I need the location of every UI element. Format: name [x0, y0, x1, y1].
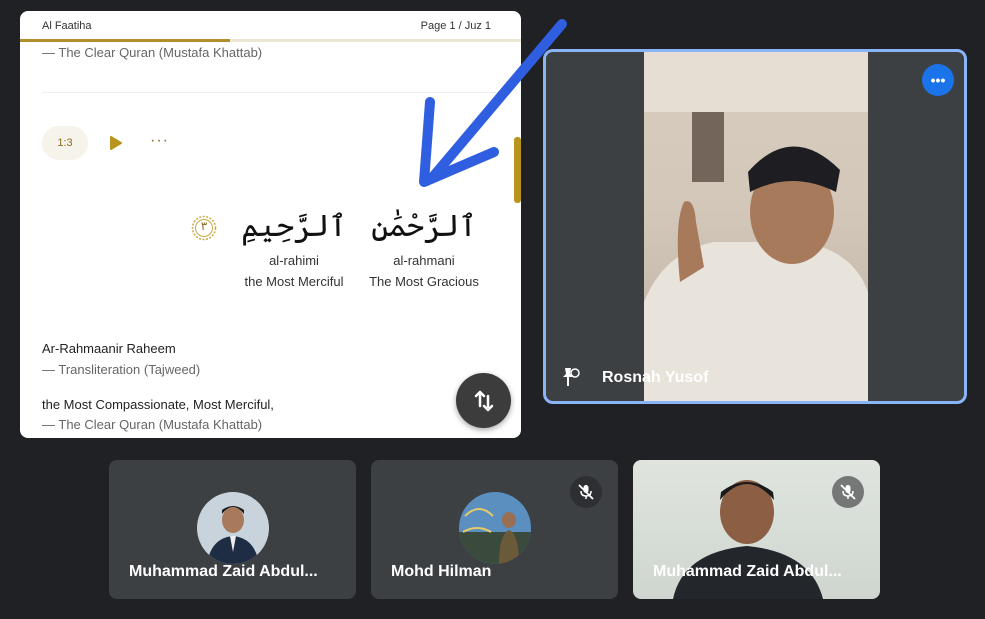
participant-name: Muhammad Zaid Abdul...: [653, 563, 842, 580]
speaker-name: Rosnah Yusof: [602, 369, 709, 386]
play-icon[interactable]: [108, 135, 124, 151]
person-avatar-icon: [197, 492, 269, 564]
avatar: [459, 492, 531, 564]
speaker-video: [644, 52, 868, 401]
avatar: [197, 492, 269, 564]
transliteration-text: Ar-Rahmaanir Raheem: [42, 341, 176, 356]
participant-tile[interactable]: Muhammad Zaid Abdul...: [109, 460, 356, 599]
participant-tile[interactable]: Mohd Hilman: [371, 460, 618, 599]
translation-source: — The Clear Quran (Mustafa Khattab): [42, 417, 263, 432]
person-avatar-icon: [459, 492, 531, 564]
swap-vertical-icon: [474, 390, 493, 411]
word-al-rahmani[interactable]: ٱلرَّحْمَٰنِ al-rahmani The Most Graciou…: [364, 209, 484, 289]
surah-title: Al Faatiha: [42, 20, 92, 32]
person-silhouette-icon: [644, 52, 868, 401]
mic-off-icon: [840, 484, 856, 500]
verse-number: ٣: [200, 219, 208, 233]
word-al-rahimi[interactable]: ٱلرَّحِيمِ al-rahimi the Most Merciful: [234, 209, 354, 289]
translation-text: the Most Compassionate, Most Merciful,: [42, 397, 274, 412]
word-translation: The Most Gracious: [369, 274, 479, 289]
word-transliteration: al-rahimi: [269, 253, 319, 268]
mic-muted-indicator: [832, 476, 864, 508]
scroll-toggle-button[interactable]: [456, 373, 511, 428]
verse-key-badge[interactable]: 1:3: [42, 126, 88, 160]
word-transliteration: al-rahmani: [393, 253, 455, 268]
mic-muted-indicator: [570, 476, 602, 508]
prev-translation-source: — The Clear Quran (Mustafa Khattab): [42, 45, 263, 60]
more-options-icon: •••: [930, 72, 946, 88]
pin-icon[interactable]: [556, 365, 580, 389]
more-options-icon[interactable]: ···: [150, 132, 169, 150]
word-translation: the Most Merciful: [244, 274, 344, 289]
participant-tile[interactable]: Muhammad Zaid Abdul...: [633, 460, 880, 599]
more-options-button[interactable]: •••: [922, 64, 954, 96]
transliteration-source: — Transliteration (Tajweed): [42, 362, 201, 377]
participant-name: Muhammad Zaid Abdul...: [129, 563, 318, 580]
word-arabic: ٱلرَّحْمَٰنِ: [371, 209, 477, 244]
reading-progress-bar: [20, 39, 230, 42]
word-arabic: ٱلرَّحِيمِ: [241, 209, 347, 244]
mic-off-icon: [578, 484, 594, 500]
active-speaker-tile[interactable]: Rosnah Yusof •••: [543, 49, 967, 404]
participant-name: Mohd Hilman: [391, 563, 492, 580]
